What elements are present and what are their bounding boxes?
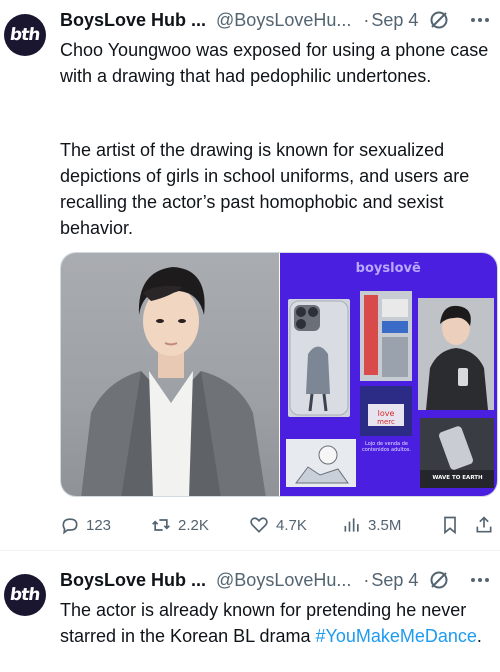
retweet-count: 2.2K xyxy=(178,516,209,534)
views-icon xyxy=(344,518,359,532)
street-image xyxy=(359,291,412,381)
sign-image: love merc xyxy=(359,386,412,436)
tweet-text: Choo Youngwoo was exposed for using a ph… xyxy=(60,40,489,86)
separator-dot: · xyxy=(363,9,370,30)
collage-image[interactable]: boyslovē love merc Lojo de venda de cont… xyxy=(279,253,497,496)
retweet-button[interactable]: 2.2K xyxy=(150,515,209,535)
tweet-media[interactable]: boyslovē love merc Lojo de venda de cont… xyxy=(60,252,498,497)
views-button[interactable]: 3.5M xyxy=(342,515,401,535)
avatar[interactable]: bth xyxy=(4,14,46,56)
tweet-header: BoysLove Hub ... @BoysLoveHu... · Sep 4 xyxy=(60,9,492,31)
tweet-header: BoysLove Hub ... @BoysLoveHu... · Sep 4 xyxy=(60,569,492,591)
grok-icon[interactable] xyxy=(428,569,450,591)
bookmark-button[interactable] xyxy=(440,515,466,535)
bookmark-icon xyxy=(444,516,456,535)
banner-caption: WAVE TO EARTH xyxy=(432,475,483,481)
svg-text:love: love xyxy=(377,409,394,418)
views-count: 3.5M xyxy=(368,516,402,534)
like-button[interactable]: 4.7K xyxy=(248,515,307,535)
brand-logo: boyslovē xyxy=(355,261,421,276)
reply-icon xyxy=(62,518,78,535)
retweet-icon xyxy=(152,519,170,531)
separator-dot: · xyxy=(363,569,370,590)
tweet-text: The artist of the drawing is known for s… xyxy=(60,140,470,238)
sign-caption: Lojo de venda de contenidos adultos. xyxy=(361,441,411,453)
share-button[interactable] xyxy=(474,515,500,535)
tweet-text: The actor is already known for pretendin… xyxy=(60,600,482,646)
like-icon xyxy=(250,517,268,533)
tweet[interactable]: bth BoysLove Hub ... @BoysLoveHu... · Se… xyxy=(0,0,500,548)
svg-text:merc: merc xyxy=(377,418,395,426)
actor-phone-image xyxy=(417,298,494,410)
reply-count: 123 xyxy=(86,516,112,534)
grok-icon[interactable] xyxy=(428,9,450,31)
cartoon-image xyxy=(285,439,356,487)
tweet-actions: 123 2.2K 4.7K 3.5M xyxy=(60,513,492,537)
author-name[interactable]: BoysLove Hub ... xyxy=(60,570,206,591)
share-icon xyxy=(476,516,492,533)
phone-case-image xyxy=(287,299,350,417)
tweet[interactable]: bth BoysLove Hub ... @BoysLoveHu... · Se… xyxy=(0,560,500,672)
more-icon[interactable] xyxy=(468,569,492,591)
more-icon[interactable] xyxy=(468,9,492,31)
avatar[interactable]: bth xyxy=(4,574,46,616)
author-name[interactable]: BoysLove Hub ... xyxy=(60,10,206,31)
tweet-date[interactable]: Sep 4 xyxy=(371,570,418,591)
hashtag-link[interactable]: #YouMakeMeDance xyxy=(315,626,476,646)
author-handle[interactable]: @BoysLoveHu... xyxy=(216,570,351,591)
like-count: 4.7K xyxy=(276,516,307,534)
actor-photo[interactable] xyxy=(61,253,279,496)
reply-button[interactable]: 123 xyxy=(60,515,111,535)
author-handle[interactable]: @BoysLoveHu... xyxy=(216,10,351,31)
tweet-divider xyxy=(0,550,500,551)
tweet-date[interactable]: Sep 4 xyxy=(371,10,418,31)
